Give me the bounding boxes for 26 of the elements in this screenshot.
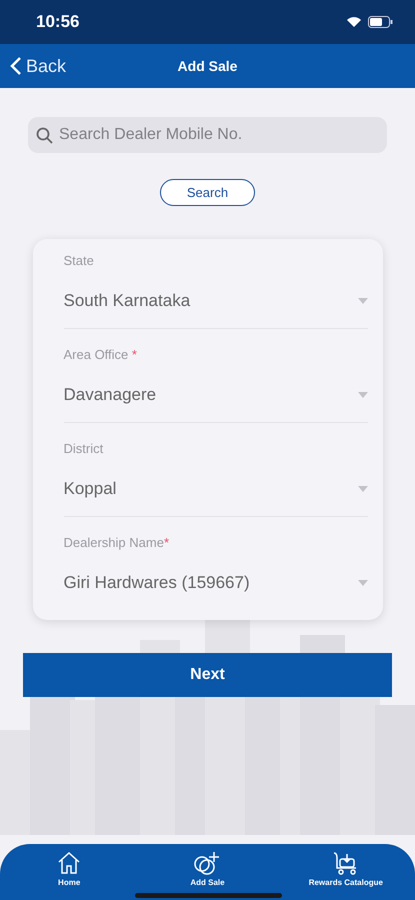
search-field[interactable]: Search Dealer Mobile No. — [28, 117, 387, 153]
dropdown-field[interactable]: Koppal — [64, 464, 368, 514]
tab-item[interactable]: Add Sale — [138, 844, 277, 900]
search-button[interactable]: Search — [160, 179, 255, 206]
next-button[interactable]: Next — [23, 653, 392, 697]
field-label: Area Office * — [64, 347, 138, 362]
field-label: State — [64, 253, 95, 268]
dropdown-field[interactable]: Davanagere — [64, 370, 368, 420]
caret-icon — [358, 486, 368, 492]
dropdown-field[interactable]: Giri Hardwares (159667) — [64, 558, 368, 608]
tab-item[interactable]: Home — [0, 844, 138, 900]
chevron-left-icon — [10, 56, 22, 76]
back-button[interactable]: Back — [0, 54, 72, 78]
status-time: 10:56 — [36, 12, 80, 32]
search-icon — [36, 127, 53, 144]
screen-title: Add Sale — [178, 58, 238, 74]
caret-icon — [358, 392, 368, 398]
home-icon — [56, 850, 82, 876]
tab-item[interactable]: Rewards Catalogue — [276, 844, 415, 900]
wifi-icon — [346, 16, 362, 28]
caret-icon — [358, 298, 368, 304]
caret-icon — [358, 580, 368, 586]
dropdown-field[interactable]: South Karnataka — [64, 276, 368, 326]
field-label: District — [64, 441, 104, 456]
battery-icon — [368, 16, 393, 28]
field-label: Dealership Name* — [64, 535, 170, 550]
